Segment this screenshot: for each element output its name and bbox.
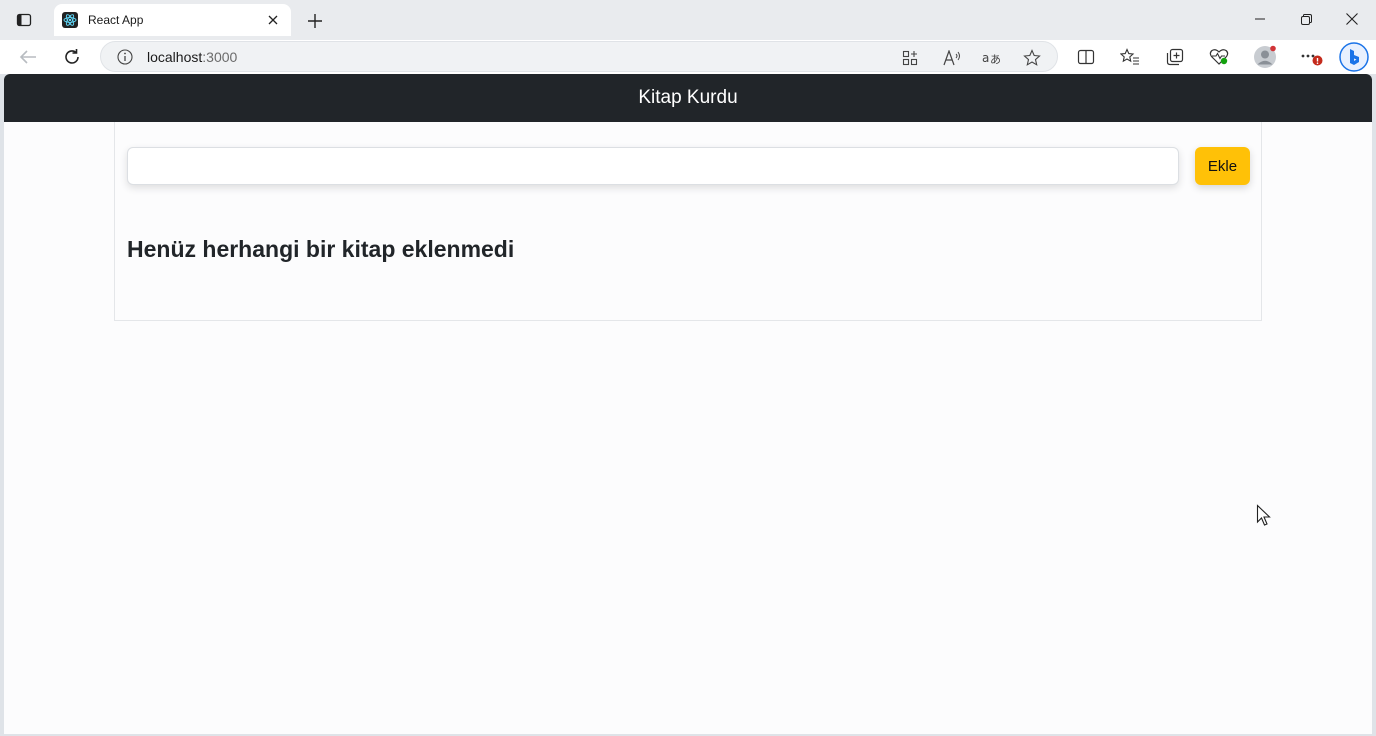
close-window-button[interactable] bbox=[1335, 6, 1369, 32]
app-available-icon[interactable] bbox=[899, 47, 921, 69]
refresh-icon bbox=[65, 49, 79, 64]
tab-actions-icon bbox=[16, 13, 32, 27]
translate-icon[interactable]: a あ bbox=[981, 47, 1003, 69]
favorite-star-icon[interactable] bbox=[1021, 47, 1043, 69]
close-icon bbox=[268, 15, 278, 25]
minimize-button[interactable] bbox=[1243, 6, 1277, 32]
split-screen-icon[interactable] bbox=[1072, 44, 1100, 70]
browser-toolbar: localhost:3000 a あ bbox=[0, 40, 1376, 74]
page-viewport: Kitap Kurdu Ekle Henüz herhangi bir kita… bbox=[4, 74, 1372, 734]
restore-icon bbox=[1300, 13, 1312, 25]
empty-list-message: Henüz herhangi bir kitap eklenmedi bbox=[127, 236, 515, 262]
restore-button[interactable] bbox=[1289, 6, 1323, 32]
book-title-input[interactable] bbox=[127, 147, 1179, 185]
tab-close-button[interactable] bbox=[263, 10, 283, 30]
info-icon[interactable] bbox=[117, 48, 133, 65]
browser-tab-active[interactable]: React App bbox=[54, 4, 291, 36]
read-aloud-icon[interactable] bbox=[941, 47, 963, 69]
browser-titlebar: React App bbox=[0, 0, 1376, 40]
favorites-icon[interactable] bbox=[1116, 44, 1144, 70]
plus-icon bbox=[308, 14, 322, 28]
url-port: :3000 bbox=[202, 48, 238, 65]
url-host: localhost bbox=[147, 48, 203, 65]
react-icon bbox=[62, 12, 78, 28]
mouse-cursor-icon bbox=[1256, 504, 1271, 526]
refresh-button[interactable] bbox=[58, 43, 86, 71]
url-text[interactable]: localhost:3000 bbox=[147, 49, 237, 65]
navbar-brand[interactable]: Kitap Kurdu bbox=[638, 87, 737, 109]
tab-actions-button[interactable] bbox=[10, 6, 38, 34]
address-bar[interactable]: localhost:3000 a あ bbox=[100, 41, 1058, 72]
collections-icon[interactable] bbox=[1161, 44, 1189, 70]
main-container: Ekle Henüz herhangi bir kitap eklenmedi bbox=[114, 122, 1262, 321]
arrow-left-icon bbox=[19, 50, 36, 64]
add-book-button[interactable]: Ekle bbox=[1195, 147, 1250, 185]
minimize-icon bbox=[1255, 18, 1265, 20]
copilot-icon[interactable] bbox=[1339, 42, 1369, 72]
profile-avatar-icon[interactable] bbox=[1251, 44, 1279, 70]
close-icon bbox=[1346, 13, 1358, 25]
settings-more-icon[interactable] bbox=[1297, 44, 1325, 70]
svg-text:あ: あ bbox=[990, 53, 1001, 66]
browser-essentials-icon[interactable] bbox=[1205, 44, 1233, 70]
back-button[interactable] bbox=[14, 43, 42, 71]
svg-text:a: a bbox=[982, 51, 989, 65]
new-tab-button[interactable] bbox=[302, 8, 328, 34]
tab-title: React App bbox=[88, 13, 144, 27]
app-navbar: Kitap Kurdu bbox=[4, 74, 1372, 122]
